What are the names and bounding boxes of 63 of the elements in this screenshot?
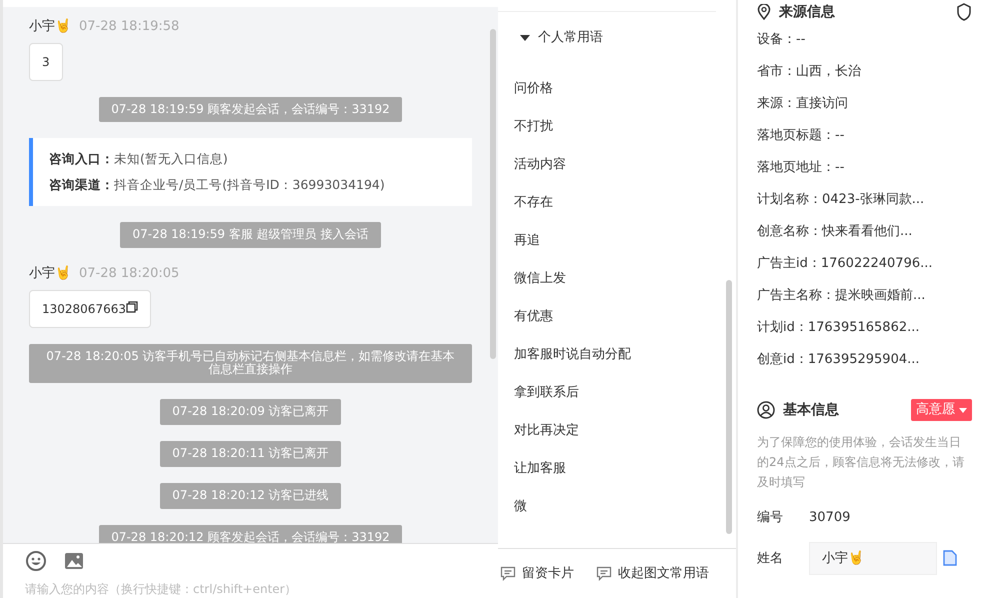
field-label: 姓名 [757,550,784,568]
sender-name: 小宇🤘 [29,19,71,34]
info-field: 省市：山西，长治 [757,56,972,88]
info-field: 广告主id：176022240796... [757,248,972,280]
phrase-item[interactable]: 再追 [514,222,720,260]
system-message: 07-28 18:20:11 访客已离开 [160,440,341,467]
section-title: 基本信息 [783,400,840,420]
system-message: 07-28 18:20:09 访客已离开 [160,399,341,425]
phrase-item[interactable]: 微 [514,488,720,526]
emoji-icon[interactable] [25,550,47,572]
caret-icon [959,408,967,412]
location-icon [757,4,771,20]
phrase-group-header[interactable]: 个人常用语 [514,28,720,48]
phrase-item[interactable]: 有优惠 [514,298,720,336]
message-text: 3 [42,54,50,68]
message-composer[interactable]: 请输入您的内容（换行快捷键：ctrl/shift+enter） [3,543,498,598]
copy-icon [126,300,138,313]
field-label: 编号 [757,509,784,527]
phrase-item[interactable]: 加客服时说自动分配 [514,336,720,374]
phrase-item[interactable]: 不存在 [514,184,720,222]
copy-icon[interactable] [943,550,957,566]
toolbar-button[interactable]: 留资卡片 [500,564,574,584]
name-field[interactable]: 小宇🤘 [809,542,937,575]
phrase-item[interactable]: 拿到联系后 [514,374,720,412]
info-label: 咨询入口： [49,151,114,166]
message-time: 07-28 18:20:05 [79,266,180,282]
sender-name: 小宇🤘 [29,266,71,282]
system-message: 07-28 18:20:12 顾客发起会话，会话编号：33192 [99,524,402,543]
info-field: 落地页地址：-- [757,152,972,184]
info-field: 落地页标题：-- [757,120,972,152]
system-message: 07-28 18:20:12 访客已进线 [160,482,341,509]
message-time: 07-28 18:19:58 [79,19,180,34]
user-icon [757,401,775,419]
system-message: 07-28 18:19:59 顾客发起会话，会话编号：33192 [99,96,402,122]
info-value: 未知(暂无入口信息) [114,151,228,166]
info-field: 计划名称：0423-张琳同款... [757,184,972,216]
info-label: 咨询渠道： [49,177,114,192]
phrase-item[interactable]: 不打扰 [514,108,720,146]
field-value: 30709 [809,509,850,527]
info-field: 创意名称：快来看看他们... [757,216,972,248]
phrase-item[interactable]: 对比再决定 [514,412,720,450]
system-message: 07-28 18:20:05 访客手机号已自动标记右侧基本信息栏，如需修改请在基本信息栏直接操作 [29,344,472,384]
image-icon[interactable] [63,550,85,572]
notice-text: 为了保障您的使用体验，会话发生当日的24点之后，顾客信息将无法修改，请及时填写 [757,434,966,491]
phrase-item[interactable]: 活动内容 [514,146,720,184]
toolbar-button[interactable]: 收起图文常用语 [596,564,709,584]
message-input[interactable]: 请输入您的内容（换行快捷键：ctrl/shift+enter） [25,580,476,598]
info-field: 计划id：176395165862... [757,312,972,344]
section-title: 来源信息 [779,2,836,22]
caret-icon [520,34,530,42]
info-field: 来源：直接访问 [757,88,972,120]
phrase-item[interactable]: 问价格 [514,70,720,108]
phrase-item[interactable]: 微信上发 [514,260,720,298]
message-icon [596,566,612,581]
system-message: 07-28 18:19:59 客服 超级管理员 接入会话 [120,222,381,248]
message-text: 13028067663 [42,302,126,316]
shield-icon [956,3,972,21]
info-field: 创意id：176395295904... [757,344,972,376]
message-icon [500,566,516,581]
info-field: 设备：-- [757,24,972,56]
info-field: 广告主名称：提米映画婚前... [757,280,972,312]
info-value: 抖音企业号/员工号(抖音号ID：36993034194) [114,177,385,192]
phrase-item[interactable]: 让加客服 [514,450,720,488]
